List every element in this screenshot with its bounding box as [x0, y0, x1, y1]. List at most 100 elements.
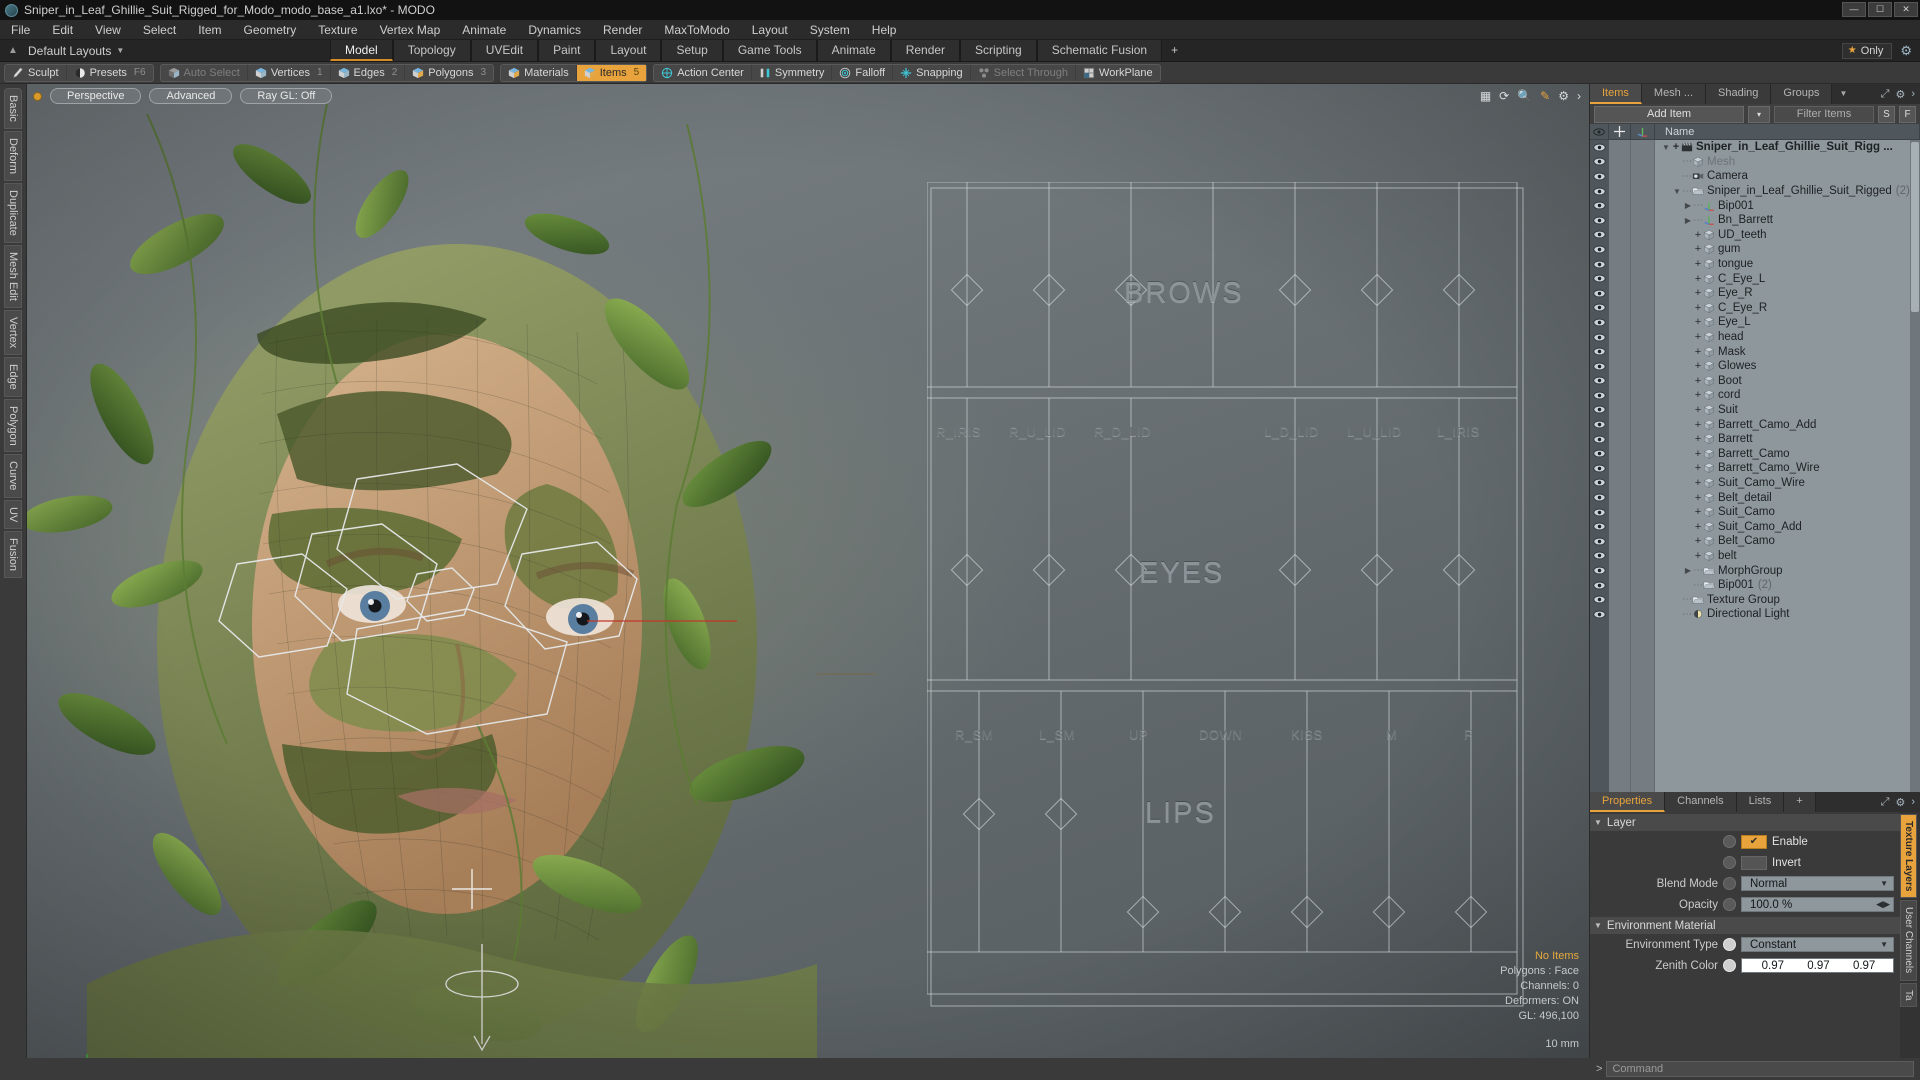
invert-checkbox[interactable]: ✔: [1741, 855, 1767, 870]
expand-plus-icon[interactable]: +: [1693, 477, 1703, 489]
only-toggle[interactable]: ★ Only: [1841, 42, 1893, 59]
expand-plus-icon[interactable]: +: [1693, 258, 1703, 270]
layout-tab-setup[interactable]: Setup: [661, 40, 723, 61]
chevron-right-icon[interactable]: ›: [1577, 89, 1581, 103]
enable-checkbox[interactable]: ✔: [1741, 834, 1767, 849]
tree-item-bn-barrett[interactable]: ▶ ⋯ Bn_Barrett: [1655, 213, 1910, 228]
visibility-toggle[interactable]: [1590, 344, 1609, 359]
layout-tab-scripting[interactable]: Scripting: [960, 40, 1037, 61]
menu-item-edit[interactable]: Edit: [41, 20, 84, 40]
viewport-shading-selector[interactable]: Advanced: [149, 88, 233, 104]
visibility-toggle[interactable]: [1590, 388, 1609, 403]
tree-item-suit-camo[interactable]: + Suit_Camo: [1655, 505, 1910, 520]
tree-item-suit-camo-add[interactable]: + Suit_Camo_Add: [1655, 519, 1910, 534]
gear-icon[interactable]: ⚙: [1895, 88, 1905, 101]
items-tab-groups[interactable]: Groups: [1771, 84, 1833, 104]
minimize-button[interactable]: —: [1842, 2, 1866, 17]
left-tab-curve[interactable]: Curve: [4, 454, 22, 498]
property-row-enable[interactable]: ✔ Enable: [1590, 831, 1900, 852]
refresh-icon[interactable]: ⟳: [1499, 89, 1509, 103]
expand-plus-icon[interactable]: +: [1693, 448, 1703, 460]
zenith-color-input[interactable]: 0.97 0.97 0.97: [1741, 958, 1894, 973]
tree-item-eye-r[interactable]: + Eye_R: [1655, 286, 1910, 301]
visibility-toggle[interactable]: [1590, 198, 1609, 213]
menu-item-file[interactable]: File: [0, 20, 41, 40]
visibility-toggle[interactable]: [1590, 432, 1609, 447]
left-tab-uv[interactable]: UV: [4, 499, 22, 530]
properties-tab-channels[interactable]: Channels: [1665, 792, 1737, 812]
visibility-toggle[interactable]: [1590, 271, 1609, 286]
twisty-closed-icon[interactable]: ▶: [1683, 216, 1693, 225]
tree-item-glowes[interactable]: + Glowes: [1655, 359, 1910, 374]
tree-item-mask[interactable]: + Mask: [1655, 344, 1910, 359]
gear-icon[interactable]: ⚙: [1900, 43, 1912, 59]
chevron-down-icon[interactable]: ▼: [1594, 818, 1602, 827]
properties-side-tab-texture-layers[interactable]: Texture Layers: [1900, 814, 1917, 899]
properties-side-tab-ta[interactable]: Ta: [1900, 982, 1917, 1008]
visibility-toggle[interactable]: [1590, 417, 1609, 432]
tree-item-boot[interactable]: + Boot: [1655, 374, 1910, 389]
col-move-icon[interactable]: [1609, 124, 1631, 139]
viewport-container[interactable]: BROWS EYES LIPS R_IRIS R_U_LID R_D_LID L…: [26, 84, 1590, 1058]
left-tab-duplicate[interactable]: Duplicate: [4, 182, 22, 243]
default-layouts-control[interactable]: ▲ Default Layouts ▼: [0, 40, 330, 61]
expand-plus-icon[interactable]: +: [1693, 273, 1703, 285]
tree-item-c-eye-l[interactable]: + C_Eye_L: [1655, 271, 1910, 286]
visibility-toggle[interactable]: [1590, 490, 1609, 505]
expand-plus-icon[interactable]: +: [1693, 375, 1703, 387]
expand-plus-icon[interactable]: +: [1693, 287, 1703, 299]
menu-item-texture[interactable]: Texture: [307, 20, 368, 40]
items-tab-overflow-chevron-down-icon[interactable]: ▼: [1832, 84, 1854, 104]
tree-item-directional-light[interactable]: ⋯ Directional Light: [1655, 607, 1910, 622]
zenith-color-channel-dot[interactable]: [1723, 959, 1736, 972]
blend-mode-dropdown[interactable]: Normal ▼: [1741, 876, 1894, 891]
properties-section-environment-material[interactable]: ▼ Environment Material: [1590, 917, 1900, 934]
tree-item-texture-group[interactable]: ⋯ Texture Group: [1655, 592, 1910, 607]
visibility-toggle[interactable]: [1590, 592, 1609, 607]
tree-item-barrett-camo-wire[interactable]: + Barrett_Camo_Wire: [1655, 461, 1910, 476]
toolbar-button-polygons[interactable]: Polygons 3: [405, 65, 493, 81]
tree-item-bip001[interactable]: ▶ ⋯ Bip001: [1655, 198, 1910, 213]
visibility-toggle[interactable]: [1590, 140, 1609, 155]
layout-tab-layout[interactable]: Layout: [595, 40, 662, 61]
tree-item-mesh[interactable]: ⋯ Mesh: [1655, 155, 1910, 170]
tree-item-belt[interactable]: + belt: [1655, 549, 1910, 564]
tree-item-barrett-camo[interactable]: + Barrett_Camo: [1655, 446, 1910, 461]
tree-item-tongue[interactable]: + tongue: [1655, 257, 1910, 272]
col-visibility-eye-icon[interactable]: [1590, 124, 1609, 139]
toolbar-button-edges[interactable]: Edges 2: [331, 64, 406, 81]
grid-icon[interactable]: ▦: [1480, 89, 1491, 103]
command-input-group[interactable]: > Command: [1590, 1061, 1920, 1077]
filter-s-button[interactable]: S: [1878, 105, 1895, 123]
expand-plus-icon[interactable]: +: [1693, 521, 1703, 533]
menu-item-geometry[interactable]: Geometry: [233, 20, 308, 40]
visibility-toggle[interactable]: [1590, 534, 1609, 549]
property-row-blend-mode[interactable]: Blend Mode Normal ▼: [1590, 873, 1900, 894]
tree-item-sniper-in-leaf-ghillie-suit-rigg[interactable]: ▼ + Sniper_in_Leaf_Ghillie_Suit_Rigg ...: [1655, 140, 1910, 155]
items-tab-shading[interactable]: Shading: [1706, 84, 1772, 104]
left-tab-mesh-edit[interactable]: Mesh Edit: [4, 244, 22, 308]
layout-tab-game-tools[interactable]: Game Tools: [722, 40, 817, 61]
visibility-toggle[interactable]: [1590, 607, 1609, 622]
tree-item-head[interactable]: + head: [1655, 330, 1910, 345]
expand-plus-icon[interactable]: +: [1693, 419, 1703, 431]
visibility-column[interactable]: [1590, 140, 1609, 792]
toolbar-button-workplane[interactable]: WorkPlane: [1076, 65, 1160, 81]
layout-tab-render[interactable]: Render: [890, 40, 961, 61]
menu-item-animate[interactable]: Animate: [451, 20, 517, 40]
gear-icon[interactable]: ⚙: [1558, 89, 1569, 103]
expand-plus-icon[interactable]: +: [1693, 316, 1703, 328]
visibility-toggle[interactable]: [1590, 461, 1609, 476]
layout-tab-paint[interactable]: Paint: [538, 40, 596, 61]
visibility-toggle[interactable]: [1590, 155, 1609, 170]
property-row-invert[interactable]: ✔ Invert: [1590, 852, 1900, 873]
chevron-right-icon[interactable]: ›: [1911, 88, 1915, 100]
toolbar-button-presets[interactable]: Presets F6: [67, 65, 153, 81]
left-tab-edge[interactable]: Edge: [4, 356, 22, 397]
chevron-down-icon[interactable]: ▼: [1880, 879, 1888, 888]
twisty-open-icon[interactable]: ▼: [1661, 143, 1671, 152]
scrollbar-thumb[interactable]: [1911, 142, 1919, 312]
spinner-icon[interactable]: ◀▶: [1876, 899, 1890, 910]
item-tree[interactable]: ▼ + Sniper_in_Leaf_Ghillie_Suit_Rigg ... ⋯…: [1590, 140, 1920, 792]
tree-item-sniper-in-leaf-ghillie-suit-rigged[interactable]: ▼ ⋯ Sniper_in_Leaf_Ghillie_Suit_Rigged (2): [1655, 184, 1910, 199]
